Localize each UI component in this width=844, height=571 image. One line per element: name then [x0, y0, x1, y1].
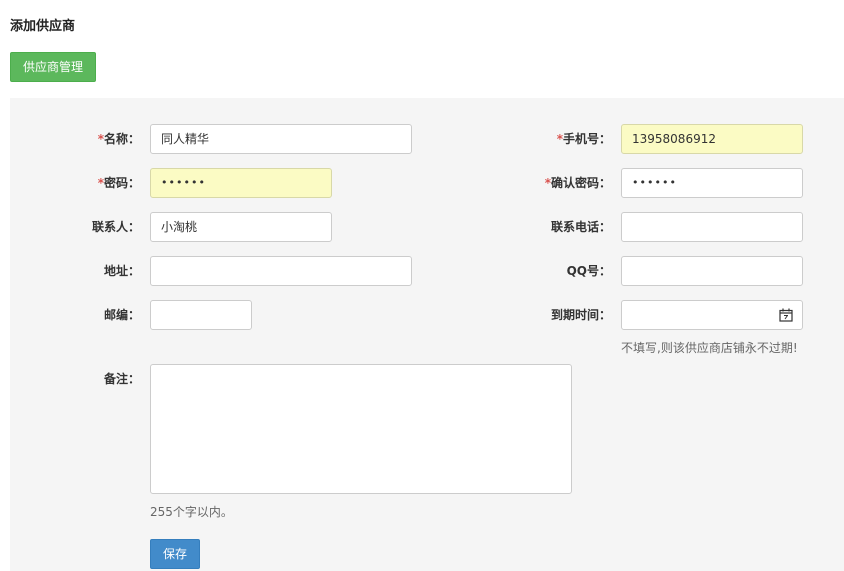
save-button[interactable]: 保存	[150, 539, 200, 569]
zipcode-field[interactable]	[150, 300, 252, 330]
confirm-password-label: *确认密码：	[544, 176, 611, 190]
expire-label: 到期时间：	[550, 308, 611, 322]
qq-field[interactable]	[621, 256, 803, 286]
expire-hint: 不填写,则该供应商店铺永不过期!	[621, 341, 798, 355]
name-field[interactable]: 同人精华	[150, 124, 412, 154]
qq-label: QQ号：	[566, 264, 611, 278]
password-field[interactable]: ••••••	[150, 168, 332, 198]
page-title: 添加供应商	[10, 19, 76, 34]
address-field[interactable]	[150, 256, 412, 286]
confirm-password-field[interactable]: ••••••	[621, 168, 803, 198]
address-label: 地址：	[103, 264, 140, 278]
phone-field[interactable]: 13958086912	[621, 124, 803, 154]
name-label: *名称：	[97, 132, 140, 146]
contact-label: 联系人：	[91, 220, 140, 234]
note-label: 备注：	[103, 372, 140, 386]
contact-field[interactable]: 小淘桃	[150, 212, 332, 242]
note-textarea[interactable]	[150, 364, 572, 494]
password-label: *密码：	[97, 176, 140, 190]
phone-label: *手机号：	[556, 132, 611, 146]
expire-date-field[interactable]	[621, 300, 803, 330]
note-hint: 255个字以内。	[150, 505, 233, 519]
contact-phone-field[interactable]	[621, 212, 803, 242]
supplier-management-button[interactable]: 供应商管理	[10, 52, 96, 82]
contact-phone-label: 联系电话：	[550, 220, 611, 234]
zipcode-label: 邮编：	[103, 308, 140, 322]
calendar-icon[interactable]	[779, 308, 793, 322]
